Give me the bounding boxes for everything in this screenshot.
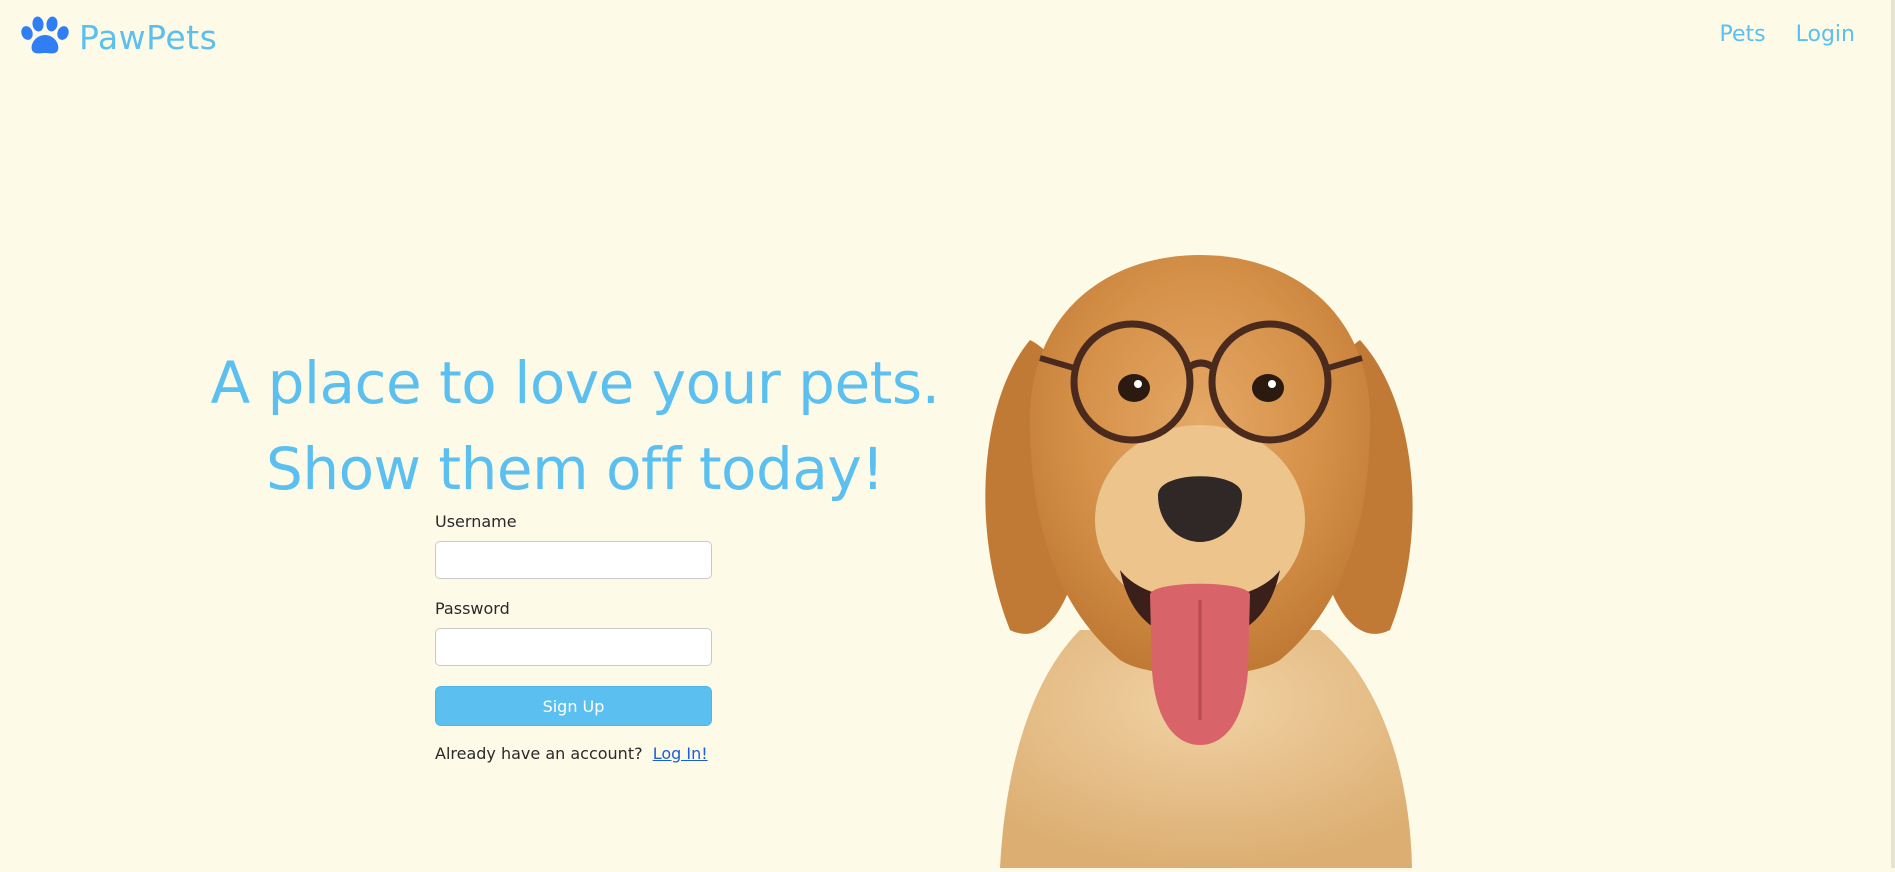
brand-name: PawPets — [79, 17, 218, 57]
password-input[interactable] — [435, 628, 712, 666]
paw-icon — [20, 16, 72, 56]
hero-heading: A place to love your pets. Show them off… — [210, 340, 940, 512]
nav-link-login[interactable]: Login — [1796, 22, 1855, 47]
scrollbar[interactable] — [1891, 0, 1895, 868]
nav-link-pets[interactable]: Pets — [1720, 22, 1766, 47]
signup-form: Username Password Sign Up Already have a… — [435, 512, 712, 763]
hero-line-2: Show them off today! — [266, 435, 884, 503]
hero-line-1: A place to love your pets. — [210, 349, 940, 417]
login-prompt-text: Already have an account? — [435, 744, 643, 763]
username-input[interactable] — [435, 541, 712, 579]
username-label: Username — [435, 512, 517, 531]
sign-up-button[interactable]: Sign Up — [435, 686, 712, 726]
navbar: PawPets Pets Login — [0, 0, 1895, 80]
password-label: Password — [435, 599, 510, 618]
login-prompt: Already have an account? Log In! — [435, 744, 712, 763]
nav-links: Pets Login — [1720, 22, 1855, 47]
dog-with-glasses-image — [960, 250, 1450, 868]
brand-link[interactable]: PawPets — [20, 16, 217, 56]
log-in-link[interactable]: Log In! — [653, 744, 708, 763]
